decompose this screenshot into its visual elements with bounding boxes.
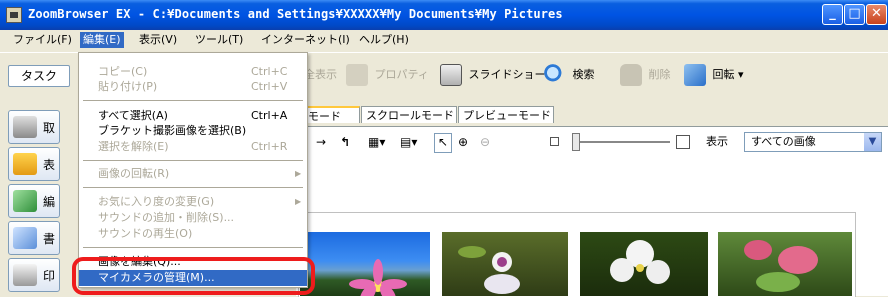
search-label: 検索 [572, 68, 595, 81]
menu-item-rotate-image[interactable]: 画像の回転(R) ▶ [79, 166, 307, 182]
slideshow-icon [440, 64, 462, 86]
slideshow-button[interactable]: スライドショー [440, 61, 546, 89]
chevron-down-icon[interactable]: ▼ [864, 133, 881, 151]
menu-item-paste[interactable]: 貼り付け(P) Ctrl+V [79, 79, 307, 95]
small-thumb-icon[interactable] [550, 137, 559, 146]
display-filter-select[interactable]: すべての画像 ▼ [744, 132, 882, 152]
delete-icon [620, 64, 642, 86]
flower-photo-4 [744, 240, 818, 292]
task-button[interactable]: タスク [8, 65, 70, 87]
task-view-button[interactable]: 表 [8, 147, 60, 181]
zoom-in-icon[interactable]: ⊕ [458, 133, 468, 151]
display-filter-value: すべての画像 [751, 135, 816, 148]
display-filter-label: 表示 [706, 135, 728, 148]
task-edit-button[interactable]: 編 [8, 184, 60, 218]
rotate-button[interactable]: 回転 ▾ [684, 61, 744, 89]
submenu-arrow-icon: ▶ [295, 169, 302, 178]
task-acquire-button[interactable]: 取 [8, 110, 60, 144]
camera-icon [13, 116, 37, 138]
fullscreen-label: 全表示 [304, 68, 337, 81]
edit-image-icon [13, 190, 37, 212]
title-bar: ZoomBrowser EX - C:¥Documents and Settin… [0, 0, 888, 30]
menu-item-play-sound[interactable]: サウンドの再生(O) [79, 226, 307, 242]
delete-label: 削除 [648, 68, 671, 81]
menu-separator [83, 187, 303, 188]
task-write-label: 書 [43, 232, 56, 246]
menu-separator [83, 160, 303, 161]
flower-photo-3 [610, 240, 670, 284]
menu-tools[interactable]: ツール(T) [192, 32, 246, 48]
rotate-icon [684, 64, 706, 86]
task-edit-label: 編 [43, 195, 56, 209]
menu-edit[interactable]: 編集(E) [80, 32, 124, 48]
menu-view[interactable]: 表示(V) [136, 32, 180, 48]
slideshow-label: スライドショー [468, 68, 546, 81]
search-button[interactable]: 検索 [544, 61, 595, 89]
fullscreen-button[interactable]: 全表示 [304, 61, 337, 89]
search-icon [544, 64, 566, 86]
flower-photo-2 [458, 246, 520, 294]
thumbnail-photo-4[interactable] [718, 232, 852, 296]
menu-item-add-remove-sound[interactable]: サウンドの追加・削除(S)... [79, 210, 307, 226]
thumbnail-photo-3[interactable] [580, 232, 708, 296]
thumbnail-photo-2[interactable] [442, 232, 568, 296]
menu-bar: ファイル(F) 編集(E) 表示(V) ツール(T) インターネット(I) ヘル… [0, 30, 888, 50]
tab-scroll-mode[interactable]: スクロールモード [361, 106, 457, 123]
delete-button[interactable]: 削除 [620, 61, 671, 89]
menu-item-deselect[interactable]: 選択を解除(E) Ctrl+R [79, 139, 307, 155]
large-thumb-icon[interactable] [676, 135, 690, 149]
menu-help[interactable]: ヘルプ(H) [356, 32, 412, 48]
menu-separator [83, 100, 303, 101]
select-mode-icon[interactable]: ▦▾ [368, 133, 385, 151]
menu-internet[interactable]: インターネット(I) [258, 32, 353, 48]
minimize-button[interactable]: _ [822, 4, 843, 25]
properties-label: プロパティ [374, 68, 429, 81]
printer-icon [13, 264, 37, 286]
thumbnail-photo-1[interactable] [300, 232, 430, 296]
pointer-tool-icon[interactable]: ↖ [434, 133, 453, 153]
menu-item-change-favorite[interactable]: お気に入り度の変更(G) ▶ [79, 194, 307, 210]
sort-icon[interactable]: ▤▾ [400, 133, 417, 151]
rotate-label: 回転 ▾ [712, 68, 744, 81]
task-print-label: 印 [43, 269, 56, 283]
view-toolbar: → ↰ ▦▾ ▤▾ ↖ ⊕ ⊖ 表示 すべての画像 ▼ [296, 126, 888, 157]
flower-photo-1 [349, 259, 407, 296]
task-view-label: 表 [43, 158, 56, 172]
arrow-right-icon[interactable]: → [316, 133, 326, 151]
close-button[interactable]: ✕ [866, 4, 887, 25]
menu-item-select-all[interactable]: すべて選択(A) Ctrl+A [79, 108, 307, 124]
menu-file[interactable]: ファイル(F) [10, 32, 75, 48]
thumbnail-size-slider[interactable] [572, 133, 580, 151]
task-print-button[interactable]: 印 [8, 258, 60, 292]
zoom-out-icon[interactable]: ⊖ [480, 133, 490, 151]
app-icon[interactable] [6, 7, 22, 23]
write-icon [13, 227, 37, 249]
menu-item-copy[interactable]: コピー(C) Ctrl+C [79, 64, 307, 80]
maximize-button[interactable]: □ [844, 4, 865, 25]
edit-menu-dropdown: コピー(C) Ctrl+C 貼り付け(P) Ctrl+V すべて選択(A) Ct… [78, 52, 308, 288]
submenu-arrow-icon: ▶ [295, 197, 302, 206]
menu-separator [83, 247, 303, 248]
folder-icon [13, 153, 37, 175]
properties-button[interactable]: プロパティ [346, 61, 429, 89]
task-panel: 取 表 編 書 印 [0, 99, 64, 296]
task-write-button[interactable]: 書 [8, 221, 60, 255]
thumbnail-size-slider-track [578, 141, 670, 143]
tab-preview-mode[interactable]: プレビューモード [458, 106, 554, 123]
task-acquire-label: 取 [43, 121, 56, 135]
highlight-callout [72, 257, 315, 295]
menu-item-select-bracket[interactable]: ブラケット撮影画像を選択(B) [79, 123, 307, 139]
properties-icon [346, 64, 368, 86]
up-folder-icon[interactable]: ↰ [340, 133, 350, 151]
window-title: ZoomBrowser EX - C:¥Documents and Settin… [28, 7, 563, 21]
